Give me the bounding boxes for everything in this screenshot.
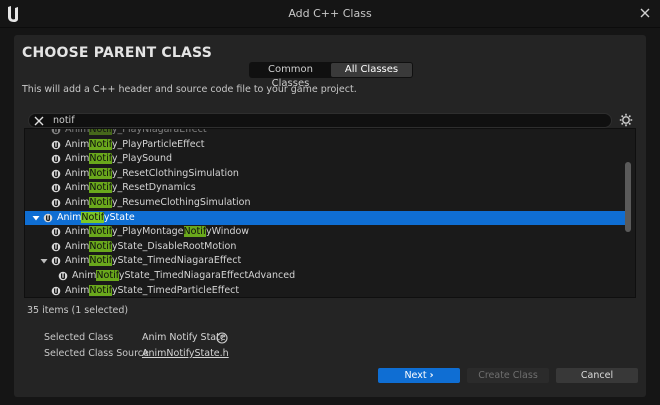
svg-text:?: ? xyxy=(220,334,224,343)
create-class-button[interactable]: Create Class xyxy=(467,368,549,383)
unreal-class-icon xyxy=(51,227,61,237)
page-title: CHOOSE PARENT CLASS xyxy=(22,45,212,61)
unreal-class-icon xyxy=(43,213,53,223)
selected-class-value: Anim Notify State xyxy=(142,332,226,343)
unreal-class-icon xyxy=(51,154,61,164)
unreal-class-icon xyxy=(58,271,68,281)
item-count: 35 items (1 selected) xyxy=(27,305,129,316)
unreal-class-icon xyxy=(51,129,61,135)
class-name: AnimNotify_PlaySound xyxy=(65,153,172,165)
class-filter-toggle: Common Classes All Classes xyxy=(249,62,413,89)
unreal-class-icon xyxy=(51,183,61,193)
settings-gear-icon[interactable] xyxy=(619,113,633,127)
unreal-class-icon xyxy=(51,198,61,208)
class-tree-row[interactable]: AnimNotify_PlayNiagaraEffect xyxy=(25,129,625,138)
unreal-class-icon xyxy=(51,169,61,179)
class-name: AnimNotify_ResetClothingSimulation xyxy=(65,167,239,179)
search-box xyxy=(28,113,612,128)
close-icon[interactable] xyxy=(638,6,652,20)
clear-search-icon[interactable] xyxy=(33,115,45,127)
class-name: AnimNotifyState_TimedNiagaraEffectAdvanc… xyxy=(72,270,296,281)
class-tree-row[interactable]: AnimNotifyState_DisableRootMotion xyxy=(25,240,625,255)
selected-source-link[interactable]: AnimNotifyState.h xyxy=(142,348,229,359)
unreal-class-icon xyxy=(51,140,61,150)
next-button[interactable]: Next › xyxy=(378,368,460,383)
class-tree-row[interactable]: AnimNotifyState_TimedNiagaraEffect xyxy=(25,254,625,269)
class-tree-list: AnimNotify_PlayNiagaraEffect AnimNotify_P… xyxy=(24,128,636,298)
help-icon[interactable]: ? xyxy=(216,332,228,344)
class-name: AnimNotifyState_DisableRootMotion xyxy=(65,240,237,252)
class-tree-row[interactable]: AnimNotify_ResetClothingSimulation xyxy=(25,167,625,182)
class-tree-row[interactable]: AnimNotifyState xyxy=(25,210,625,226)
unreal-class-icon xyxy=(51,286,61,296)
description-text: This will add a C++ header and source co… xyxy=(22,84,357,95)
class-tree-row[interactable]: AnimNotifyState_TimedNiagaraEffectAdvanc… xyxy=(25,269,625,284)
class-tree-row[interactable]: AnimNotify_PlayParticleEffect xyxy=(25,138,625,153)
class-name: AnimNotify_PlayParticleEffect xyxy=(65,138,205,150)
selected-source-label: Selected Class Source xyxy=(44,348,149,359)
selected-class-label: Selected Class xyxy=(44,332,114,343)
search-input[interactable] xyxy=(53,114,593,127)
tab-common-classes[interactable]: Common Classes xyxy=(250,63,331,89)
class-tree-row[interactable]: AnimNotify_ResetDynamics xyxy=(25,181,625,196)
expand-arrow-icon[interactable] xyxy=(31,213,41,223)
next-button-label: Next xyxy=(404,370,427,381)
cancel-button[interactable]: Cancel xyxy=(556,368,638,383)
window-title: Add C++ Class xyxy=(288,7,372,20)
unreal-class-icon xyxy=(51,242,61,252)
tab-all-classes[interactable]: All Classes xyxy=(331,63,412,77)
class-name: AnimNotify_ResumeClothingSimulation xyxy=(65,197,251,208)
class-name: AnimNotify_ResetDynamics xyxy=(65,182,196,194)
class-tree-row[interactable]: AnimNotify_PlaySound xyxy=(25,152,625,167)
class-tree-row[interactable]: AnimNotify_PlayMontageNotifyWindow xyxy=(25,225,625,240)
class-name: AnimNotify_PlayNiagaraEffect xyxy=(65,129,207,137)
class-name: AnimNotifyState_TimedParticleEffect xyxy=(65,284,240,296)
class-tree-row[interactable]: AnimNotifyState_TimedParticleEffect xyxy=(25,284,625,297)
list-scrollbar[interactable] xyxy=(625,162,631,232)
chevron-right-icon: › xyxy=(429,370,434,381)
unreal-class-icon xyxy=(51,256,61,266)
class-tree-row[interactable]: AnimNotify_ResumeClothingSimulation xyxy=(25,196,625,211)
class-name: AnimNotify_PlayMontageNotifyWindow xyxy=(65,226,250,238)
expand-arrow-icon[interactable] xyxy=(39,256,49,266)
class-name: AnimNotifyState xyxy=(57,211,135,223)
title-bar: Add C++ Class xyxy=(0,0,660,28)
class-name: AnimNotifyState_TimedNiagaraEffect xyxy=(65,255,242,267)
